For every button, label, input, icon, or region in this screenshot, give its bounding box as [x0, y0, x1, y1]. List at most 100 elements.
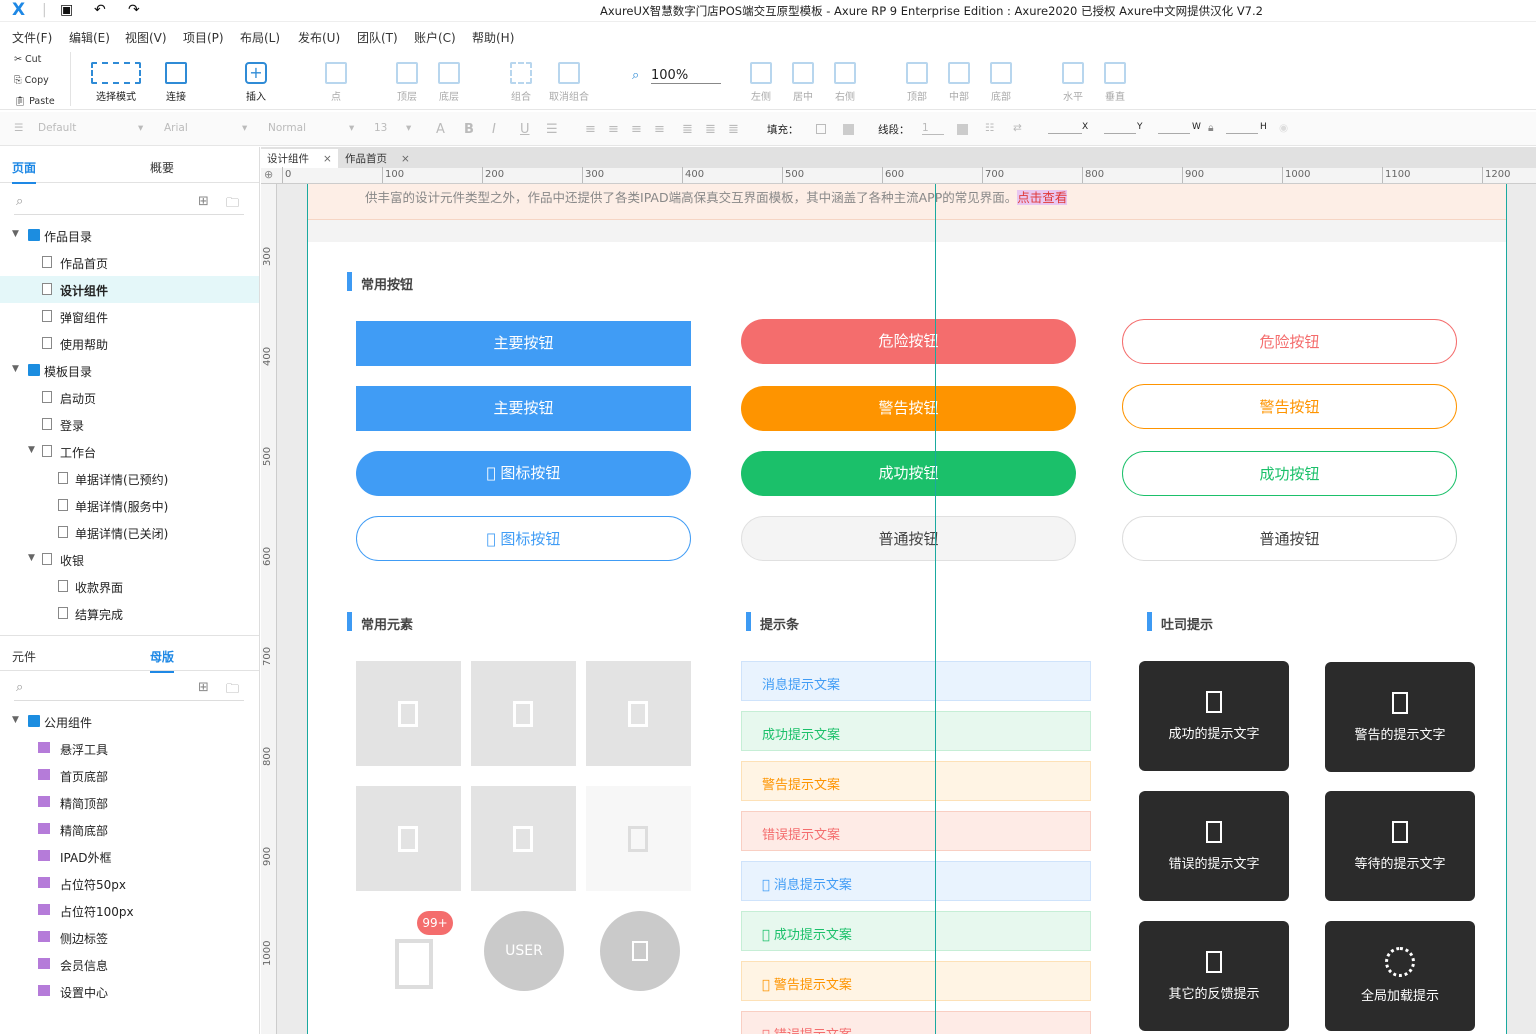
page-tree-item[interactable]: 收款界面 — [0, 573, 259, 600]
page-tree-item[interactable]: 使用帮助 — [0, 330, 259, 357]
justify-icon[interactable]: ≡ — [654, 122, 665, 137]
y-input[interactable] — [1104, 122, 1136, 134]
page-tree-item[interactable]: ▼ 作品目录 — [0, 222, 259, 249]
align-text-left-icon[interactable]: ≡ — [585, 122, 596, 137]
masters-search[interactable]: ⌕ ⊞ 🗀︎ — [14, 675, 244, 701]
menu-project[interactable]: 项目(P) — [183, 29, 224, 46]
align-bottom-button[interactable]: 底部 — [971, 62, 1031, 103]
master-tree-item[interactable]: 占位符100px — [0, 897, 259, 924]
close-icon[interactable]: × — [401, 153, 410, 165]
menu-file[interactable]: 文件(F) — [12, 29, 52, 46]
visibility-icon[interactable]: ◉ — [1279, 122, 1288, 134]
copy-button[interactable]: ⎘ Copy — [14, 75, 49, 86]
expand-arrow-icon[interactable]: ▼ — [28, 553, 35, 563]
menu-layout[interactable]: 布局(L) — [240, 29, 280, 46]
menu-account[interactable]: 账户(C) — [414, 29, 456, 46]
page-tree-item[interactable]: 弹窗组件 — [0, 303, 259, 330]
cut-button[interactable]: ✂ Cut — [14, 54, 41, 65]
align-right-button[interactable]: 右侧 — [815, 62, 875, 103]
success-button[interactable]: 成功按钮 — [741, 451, 1076, 496]
close-icon[interactable]: × — [323, 153, 332, 165]
page-tree-item[interactable]: 启动页 — [0, 384, 259, 411]
zoom-select[interactable]: 100% — [651, 68, 721, 84]
doc-tab-home[interactable]: 作品首页 × — [339, 149, 416, 168]
master-tree-item[interactable]: 占位符50px — [0, 870, 259, 897]
primary-button[interactable]: 主要按钮 — [356, 321, 691, 366]
lock-icon[interactable]: 🔒︎ — [1208, 122, 1214, 135]
danger-outline-button[interactable]: 危险按钮 — [1122, 319, 1457, 364]
fill-image-icon[interactable] — [843, 124, 854, 135]
height-input[interactable] — [1226, 122, 1258, 134]
valign-bottom-icon[interactable]: ≣ — [728, 122, 739, 137]
master-tree-item[interactable]: 设置中心 — [0, 978, 259, 1005]
add-page-icon[interactable]: ⊞ — [198, 194, 209, 209]
page-tree-item[interactable]: ▼ 模板目录 — [0, 357, 259, 384]
icon-button[interactable]: 󰀀 图标按钮 — [356, 451, 691, 496]
arrow-style-icon[interactable]: ⇄ — [1013, 122, 1022, 134]
redo-icon[interactable]: ↷ — [128, 2, 140, 18]
align-text-right-icon[interactable]: ≡ — [631, 122, 642, 137]
icon-button-outline[interactable]: 󰀀 图标按钮 — [356, 516, 691, 561]
font-color-icon[interactable]: A — [436, 122, 445, 137]
page-tree-item[interactable]: 单据详情(已关闭) — [0, 519, 259, 546]
page-tree-item[interactable]: 设计组件 — [0, 276, 259, 303]
page-tree-item[interactable]: 登录 — [0, 411, 259, 438]
warning-outline-button[interactable]: 警告按钮 — [1122, 384, 1457, 429]
add-master-icon[interactable]: ⊞ — [198, 680, 209, 695]
normal-outline-button[interactable]: 普通按钮 — [1122, 516, 1457, 561]
valign-top-icon[interactable]: ≣ — [682, 122, 693, 137]
line-color-swatch[interactable] — [957, 124, 968, 135]
tab-pages[interactable]: 页面 — [12, 159, 37, 184]
connect-button[interactable]: 连接 — [146, 62, 206, 103]
ungroup-button[interactable]: 取消组合 — [539, 62, 599, 103]
align-text-center-icon[interactable]: ≡ — [608, 122, 619, 137]
normal-button[interactable]: 普通按钮 — [741, 516, 1076, 561]
font-size-select[interactable]: 13 — [374, 122, 387, 134]
page-tree-item[interactable]: 单据详情(服务中) — [0, 492, 259, 519]
select-mode-button[interactable]: 选择模式 — [86, 62, 146, 103]
canvas[interactable]: 供丰富的设计元件类型之外，作品中还提供了各类IPAD端高保真交互界面模板，其中涵… — [277, 184, 1536, 1034]
notice-link[interactable]: 点击查看 — [1017, 190, 1068, 205]
pages-search[interactable]: ⌕ ⊞ 🗀︎ — [14, 189, 244, 215]
list-icon[interactable]: ☰ — [546, 122, 558, 137]
primary-button-2[interactable]: 主要按钮 — [356, 386, 691, 431]
master-tree-item[interactable]: 侧边标签 — [0, 924, 259, 951]
page-tree-item[interactable]: 作品首页 — [0, 249, 259, 276]
expand-arrow-icon[interactable]: ▼ — [12, 715, 19, 725]
expand-arrow-icon[interactable]: ▼ — [28, 445, 35, 455]
warning-button[interactable]: 警告按钮 — [741, 386, 1076, 431]
danger-button[interactable]: 危险按钮 — [741, 319, 1076, 364]
add-folder-icon[interactable]: 🗀︎ — [226, 680, 239, 702]
add-folder-icon[interactable]: 🗀︎ — [226, 194, 239, 216]
tab-masters[interactable]: 母版 — [150, 648, 175, 673]
paste-button[interactable]: 📋︎ Paste — [14, 96, 55, 107]
master-tree-item[interactable]: 精简顶部 — [0, 789, 259, 816]
menu-help[interactable]: 帮助(H) — [472, 29, 514, 46]
page-tree-item[interactable]: ▼ 收银 — [0, 546, 259, 573]
page-tree-item[interactable]: 结算完成 — [0, 600, 259, 627]
master-tree-item[interactable]: 悬浮工具 — [0, 735, 259, 762]
tab-widgets[interactable]: 元件 — [12, 648, 36, 665]
page-tree-item[interactable]: 单据详情(已预约) — [0, 465, 259, 492]
font-select[interactable]: Arial — [164, 122, 188, 134]
page-tree-item[interactable]: ▼ 工作台 — [0, 438, 259, 465]
expand-arrow-icon[interactable]: ▼ — [12, 364, 19, 374]
tab-outline[interactable]: 概要 — [150, 159, 174, 176]
font-weight-select[interactable]: Normal — [268, 122, 306, 134]
underline-icon[interactable]: U — [520, 122, 530, 137]
master-tree-item[interactable]: 首页底部 — [0, 762, 259, 789]
master-tree-item[interactable]: 精简底部 — [0, 816, 259, 843]
point-button[interactable]: 点 — [306, 62, 366, 103]
bold-icon[interactable]: B — [464, 122, 474, 137]
width-input[interactable] — [1158, 122, 1190, 134]
doc-tab-design-components[interactable]: 设计组件 × — [261, 149, 338, 168]
insert-button[interactable]: + 插入 — [226, 62, 286, 103]
master-tree-item[interactable]: IPAD外框 — [0, 843, 259, 870]
line-width-input[interactable]: 1 — [922, 122, 944, 135]
send-bottom-button[interactable]: 底层 — [419, 62, 479, 103]
menu-view[interactable]: 视图(V) — [125, 29, 167, 46]
master-tree-item[interactable]: 会员信息 — [0, 951, 259, 978]
line-style-icon[interactable]: ☷ — [985, 122, 994, 134]
master-tree-item[interactable]: ▼ 公用组件 — [0, 708, 259, 735]
menu-edit[interactable]: 编辑(E) — [69, 29, 110, 46]
